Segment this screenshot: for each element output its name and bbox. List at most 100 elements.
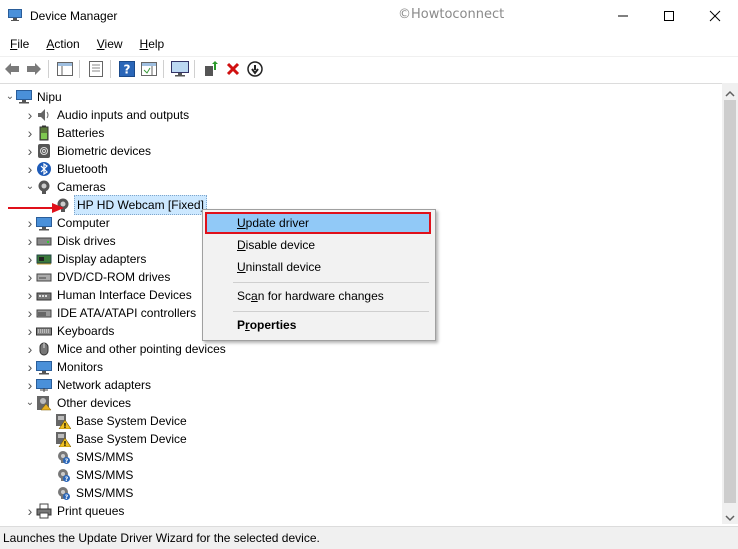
menu-label-rest: iew bbox=[104, 37, 123, 51]
category-item-dvd-cd-rom-drives[interactable]: › DVD/CD-ROM drives bbox=[24, 268, 172, 286]
red-x-icon bbox=[226, 62, 240, 76]
expand-chevron-icon[interactable]: › bbox=[24, 232, 36, 250]
maximize-button[interactable] bbox=[646, 0, 692, 32]
category-item-human-interface-devices[interactable]: › Human Interface Devices bbox=[24, 286, 194, 304]
expand-chevron-icon[interactable]: › bbox=[24, 106, 36, 124]
menu-file[interactable]: File bbox=[0, 34, 36, 54]
tree-root-label: Nipu bbox=[37, 90, 62, 104]
menu-bar: File Action View Help bbox=[0, 33, 738, 55]
category-item-cameras[interactable]: ⌄ Cameras bbox=[24, 178, 108, 196]
scan-hardware-button[interactable] bbox=[170, 59, 190, 79]
device-item-sms-mms[interactable]: ? SMS/MMS bbox=[43, 484, 135, 502]
properties-toolbar-button[interactable] bbox=[86, 59, 106, 79]
back-arrow-icon bbox=[5, 63, 19, 75]
context-uninstall-device[interactable]: Uninstall device bbox=[205, 256, 431, 278]
scroll-down-icon[interactable] bbox=[725, 511, 735, 525]
menu-help[interactable]: Help bbox=[130, 34, 172, 54]
device-item-sms-mms[interactable]: ? SMS/MMS bbox=[43, 448, 135, 466]
expand-chevron-icon[interactable]: › bbox=[24, 214, 36, 232]
category-item-batteries[interactable]: › Batteries bbox=[24, 124, 106, 142]
category-item-mice-and-other-pointing-devices[interactable]: › Mice and other pointing devices bbox=[24, 340, 228, 358]
vertical-scrollbar[interactable] bbox=[722, 83, 738, 524]
tree-root[interactable]: ⌄ Nipu bbox=[4, 88, 64, 106]
tree-item-label: Human Interface Devices bbox=[57, 288, 192, 302]
unknown-device-icon: ? bbox=[55, 485, 71, 501]
menu-view[interactable]: View bbox=[87, 34, 130, 54]
close-button[interactable] bbox=[692, 0, 738, 32]
action-pane-icon bbox=[141, 62, 157, 76]
tree-item-label: Print queues bbox=[57, 504, 125, 518]
help-toolbar-button[interactable]: ? bbox=[117, 59, 137, 79]
context-menu: Update driver Disable device Uninstall d… bbox=[202, 209, 436, 341]
category-item-other-devices[interactable]: ⌄ Other devices bbox=[24, 394, 133, 412]
down-arrow-circle-icon bbox=[247, 61, 263, 77]
expand-chevron-icon[interactable]: › bbox=[24, 376, 36, 394]
category-item-bluetooth[interactable]: › Bluetooth bbox=[24, 160, 110, 178]
device-item-sms-mms[interactable]: ? SMS/MMS bbox=[43, 466, 135, 484]
expand-chevron-icon[interactable]: › bbox=[24, 250, 36, 268]
category-item-audio-inputs-and-outputs[interactable]: › Audio inputs and outputs bbox=[24, 106, 191, 124]
forward-button[interactable] bbox=[24, 59, 44, 79]
expand-chevron-icon[interactable]: › bbox=[24, 124, 36, 142]
expand-chevron-icon[interactable]: › bbox=[24, 502, 36, 520]
category-item-display-adapters[interactable]: › Display adapters bbox=[24, 250, 148, 268]
category-item-keyboards[interactable]: › Keyboards bbox=[24, 322, 116, 340]
device-item-base-system-device[interactable]: ! Base System Device bbox=[43, 430, 189, 448]
collapse-chevron-icon[interactable]: ⌄ bbox=[24, 178, 36, 196]
ide-icon bbox=[36, 305, 52, 321]
status-bar: Launches the Update Driver Wizard for th… bbox=[0, 526, 738, 549]
device-item-hp-hd-webcam-fixed[interactable]: HP HD Webcam [Fixed] bbox=[43, 195, 207, 215]
context-scan-hardware[interactable]: Scan for hardware changes bbox=[205, 285, 431, 307]
speaker-icon bbox=[36, 107, 52, 123]
disable-device-toolbar-button[interactable] bbox=[245, 59, 265, 79]
tree-item-label: Computer bbox=[57, 216, 110, 230]
scrollbar-thumb[interactable] bbox=[724, 100, 736, 503]
category-item-disk-drives[interactable]: › Disk drives bbox=[24, 232, 118, 250]
category-item-ide-ata-atapi-controllers[interactable]: › IDE ATA/ATAPI controllers bbox=[24, 304, 198, 322]
collapse-chevron-icon[interactable]: ⌄ bbox=[24, 394, 36, 412]
context-properties-label: Properties bbox=[237, 318, 297, 332]
monitor-scan-icon bbox=[171, 61, 189, 77]
menu-action[interactable]: Action bbox=[36, 34, 86, 54]
context-properties[interactable]: Properties bbox=[205, 314, 431, 336]
expand-chevron-icon[interactable]: › bbox=[24, 286, 36, 304]
expand-chevron-icon[interactable]: › bbox=[24, 322, 36, 340]
expand-chevron-icon[interactable]: › bbox=[24, 304, 36, 322]
expand-chevron-icon[interactable]: › bbox=[24, 142, 36, 160]
collapse-chevron-icon[interactable]: ⌄ bbox=[4, 88, 16, 106]
toolbar-separator bbox=[110, 60, 111, 78]
device-item-base-system-device[interactable]: ! Base System Device bbox=[43, 412, 189, 430]
computer-root-icon bbox=[16, 89, 32, 105]
action-pane-button[interactable] bbox=[139, 59, 159, 79]
monitor-icon bbox=[36, 359, 52, 375]
category-item-network-adapters[interactable]: › Network adapters bbox=[24, 376, 153, 394]
show-hide-console-tree-button[interactable] bbox=[55, 59, 75, 79]
update-driver-icon bbox=[205, 61, 218, 76]
tree-item-label: SMS/MMS bbox=[76, 468, 134, 482]
unknown-device-icon: ? bbox=[55, 449, 71, 465]
minimize-button[interactable] bbox=[600, 0, 646, 32]
context-disable-device[interactable]: Disable device bbox=[205, 234, 431, 256]
scroll-up-icon[interactable] bbox=[725, 87, 735, 101]
menu-label-rest: ile bbox=[17, 37, 30, 51]
tree-item-label: Base System Device bbox=[76, 414, 187, 428]
printer-icon bbox=[36, 503, 52, 519]
back-button[interactable] bbox=[2, 59, 22, 79]
expand-chevron-icon[interactable]: › bbox=[24, 358, 36, 376]
expand-chevron-icon[interactable]: › bbox=[24, 340, 36, 358]
tree-item-label: Base System Device bbox=[76, 432, 187, 446]
expand-chevron-icon[interactable]: › bbox=[24, 268, 36, 286]
menu-label-rest: elp bbox=[148, 37, 165, 51]
update-driver-toolbar-button[interactable] bbox=[201, 59, 221, 79]
uninstall-toolbar-button[interactable] bbox=[223, 59, 243, 79]
context-separator bbox=[233, 282, 429, 283]
category-item-print-queues[interactable]: › Print queues bbox=[24, 502, 126, 520]
tree-item-label: SMS/MMS bbox=[76, 486, 134, 500]
category-item-biometric-devices[interactable]: › Biometric devices bbox=[24, 142, 153, 160]
category-item-monitors[interactable]: › Monitors bbox=[24, 358, 105, 376]
category-item-computer[interactable]: › Computer bbox=[24, 214, 112, 232]
other-devices-icon bbox=[36, 395, 52, 411]
expand-chevron-icon[interactable]: › bbox=[24, 160, 36, 178]
window-title: Device Manager bbox=[30, 9, 118, 23]
